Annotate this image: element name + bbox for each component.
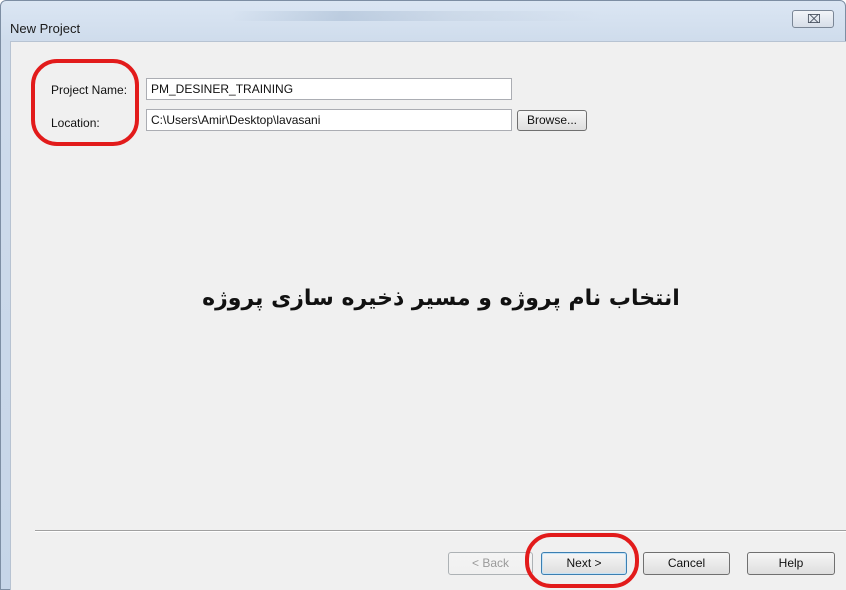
dialog-title: New Project [10, 21, 81, 36]
title-bar-decoration [231, 11, 601, 21]
cancel-button[interactable]: Cancel [643, 552, 730, 575]
next-button-highlight-ring [525, 533, 639, 588]
help-button[interactable]: Help [747, 552, 835, 575]
footer-separator [35, 530, 846, 532]
close-icon: ⌧ [807, 12, 821, 26]
labels-highlight-ring [31, 59, 139, 146]
new-project-dialog: New Project ⌧ Project Name: PM_DESINER_T… [0, 0, 846, 590]
annotation-text: انتخاب نام پروژه و مسیر ذخیره سازی پروژه [202, 286, 680, 311]
title-bar[interactable]: New Project ⌧ [1, 1, 845, 41]
location-input[interactable]: C:\Users\Amir\Desktop\lavasani [146, 109, 512, 131]
browse-button[interactable]: Browse... [517, 110, 587, 131]
project-name-input[interactable]: PM_DESINER_TRAINING [146, 78, 512, 100]
back-button[interactable]: < Back [448, 552, 533, 575]
close-button[interactable]: ⌧ [792, 10, 834, 28]
